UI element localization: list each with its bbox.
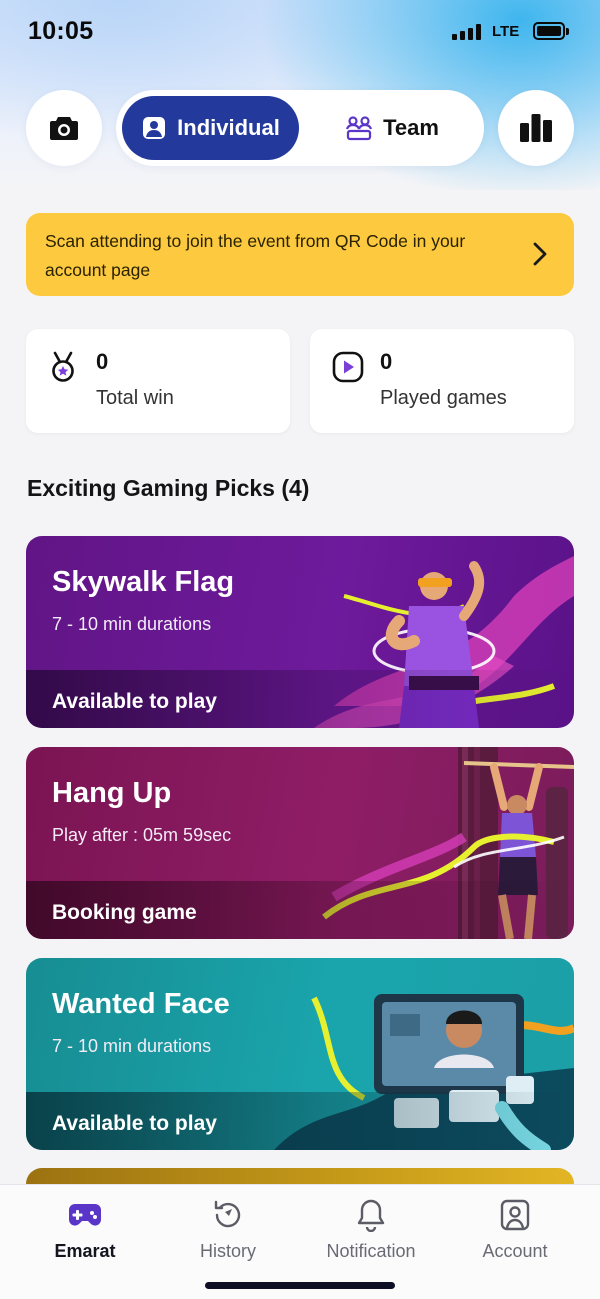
total-win-value: 0 (96, 349, 109, 374)
game-subtitle: 7 - 10 min durations (52, 1036, 212, 1056)
account-icon (500, 1199, 530, 1231)
tab-individual-label: Individual (177, 115, 280, 140)
chevron-right-icon (533, 242, 547, 266)
game-subtitle: 7 - 10 min durations (52, 614, 212, 634)
nav-emarat[interactable]: Emarat (20, 1197, 150, 1262)
tab-team[interactable]: Team (306, 96, 478, 160)
game-status: Booking game (52, 901, 197, 924)
leaderboard-icon (520, 114, 552, 142)
medal-icon (52, 351, 74, 382)
game-card-wanted-face[interactable]: Wanted Face 7 - 10 min durations Availab… (26, 958, 574, 1150)
home-indicator (205, 1282, 395, 1289)
nav-label: Emarat (54, 1241, 116, 1261)
play-icon (332, 351, 364, 383)
game-card-hang-up[interactable]: Hang Up Play after : 05m 59sec Booking g… (26, 747, 574, 939)
game-status: Available to play (52, 1112, 217, 1135)
played-games-value: 0 (380, 349, 393, 374)
tab-team-label: Team (383, 115, 439, 140)
nav-label: Account (482, 1241, 548, 1261)
nav-label: Notification (326, 1241, 416, 1261)
scan-banner[interactable]: Scan attending to join the event from QR… (26, 213, 574, 296)
game-title: Wanted Face (52, 988, 230, 1020)
nav-label: History (199, 1241, 256, 1261)
history-icon (214, 1200, 241, 1228)
stat-played-games: 0 Played games (310, 329, 574, 433)
section-title: Exciting Gaming Picks (4) (27, 475, 310, 501)
team-icon (346, 116, 373, 141)
network-label: LTE (492, 23, 520, 40)
game-status: Available to play (52, 690, 217, 713)
game-title: Skywalk Flag (52, 566, 235, 598)
bell-icon (357, 1199, 385, 1232)
leaderboard-button[interactable] (498, 90, 574, 166)
scan-banner-text: Scan attending to join the event from QR… (45, 231, 466, 280)
status-time: 10:05 (28, 17, 94, 45)
game-card-skywalk-flag[interactable]: Skywalk Flag 7 - 10 min durations Availa… (26, 536, 574, 728)
mode-switch: Individual Team (116, 90, 484, 166)
nav-history[interactable]: History (163, 1197, 293, 1262)
game-title: Hang Up (52, 777, 172, 809)
signal-icon (452, 24, 482, 40)
camera-icon (50, 117, 78, 140)
camera-button[interactable] (26, 90, 102, 166)
status-bar: 10:05 LTE (0, 0, 600, 64)
stat-total-win: 0 Total win (26, 329, 290, 433)
person-icon (143, 117, 166, 139)
nav-account[interactable]: Account (450, 1197, 580, 1262)
played-games-label: Played games (380, 387, 507, 409)
tab-individual[interactable]: Individual (122, 96, 299, 160)
battery-icon (533, 22, 569, 40)
game-subtitle: Play after : 05m 59sec (52, 825, 232, 845)
gamepad-icon (69, 1204, 101, 1226)
total-win-label: Total win (96, 387, 174, 409)
nav-notification[interactable]: Notification (306, 1197, 436, 1262)
